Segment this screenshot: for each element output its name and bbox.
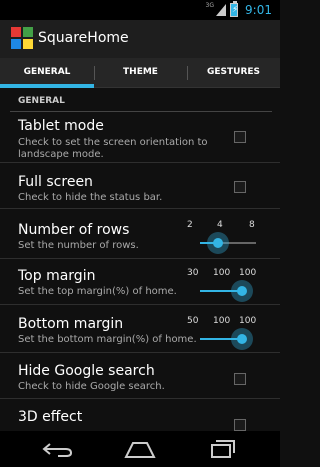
pref-hide-google-search[interactable]: Hide Google search Check to hide Google … <box>0 355 280 399</box>
pref-title: 3D effect <box>18 409 83 425</box>
top-margin-max-label: 100 <box>239 268 257 278</box>
pref-title: Tablet mode <box>18 118 104 134</box>
pref-3d-effect[interactable]: 3D effect <box>0 401 280 431</box>
preference-list[interactable]: GENERAL Tablet mode Check to set the scr… <box>0 89 280 431</box>
tab-gestures[interactable]: GESTURES <box>187 58 280 88</box>
top-margin-slider-thumb[interactable] <box>231 280 253 302</box>
rows-slider-track[interactable] <box>200 232 256 254</box>
bottom-margin-min-label: 50 <box>187 316 199 326</box>
rows-min-label: 2 <box>187 220 193 230</box>
signal-icon <box>216 4 226 16</box>
pref-title: Number of rows <box>18 222 130 238</box>
pref-title: Hide Google search <box>18 363 155 379</box>
pref-title: Top margin <box>18 268 96 284</box>
pref-summary: Set the top margin(%) of home. <box>18 286 177 297</box>
tablet-mode-checkbox[interactable] <box>234 131 246 143</box>
bottom-margin-slider-thumb[interactable] <box>231 328 253 350</box>
pref-title: Bottom margin <box>18 316 124 332</box>
bottom-margin-max-label: 100 <box>239 316 257 326</box>
rows-slider-thumb[interactable] <box>207 232 230 254</box>
pref-summary: Check to set the screen orientation to l… <box>18 137 208 160</box>
hide-google-search-checkbox[interactable] <box>234 373 246 385</box>
top-margin-value-label: 100 <box>213 268 231 278</box>
pref-full-screen[interactable]: Full screen Check to hide the status bar… <box>0 165 280 209</box>
clock: 9:01 <box>245 3 272 17</box>
3d-effect-checkbox[interactable] <box>234 419 246 431</box>
bottom-margin-slider-track[interactable] <box>200 328 253 350</box>
pref-tablet-mode[interactable]: Tablet mode Check to set the screen orie… <box>0 113 280 163</box>
action-bar: SquareHome <box>0 20 280 58</box>
network-type: 3G <box>205 2 214 9</box>
home-icon[interactable] <box>120 437 160 461</box>
pref-title: Full screen <box>18 174 93 190</box>
back-icon[interactable] <box>38 437 78 461</box>
app-title: SquareHome <box>38 30 129 46</box>
rows-value-label: 4 <box>217 220 223 230</box>
section-header: GENERAL <box>10 95 272 112</box>
recents-icon[interactable] <box>202 437 242 461</box>
top-margin-slider-track[interactable] <box>200 280 253 302</box>
pref-summary: Check to hide Google search. <box>18 381 165 392</box>
tab-bar: GENERAL THEME GESTURES <box>0 58 280 88</box>
battery-icon: ⚡ <box>230 1 239 17</box>
tab-selected-indicator <box>0 84 94 88</box>
app-logo-icon[interactable] <box>10 26 34 50</box>
top-margin-min-label: 30 <box>187 268 199 278</box>
pref-top-margin[interactable]: Top margin Set the top margin(%) of home… <box>0 259 280 305</box>
tab-theme[interactable]: THEME <box>94 58 187 88</box>
bottom-margin-value-label: 100 <box>213 316 231 326</box>
pref-summary: Set the number of rows. <box>18 240 139 251</box>
pref-bottom-margin[interactable]: Bottom margin Set the bottom margin(%) o… <box>0 305 280 353</box>
pref-summary: Set the bottom margin(%) of home. <box>18 334 197 345</box>
rows-max-label: 8 <box>249 220 255 230</box>
navigation-bar <box>0 431 280 467</box>
pref-number-of-rows[interactable]: Number of rows Set the number of rows. 2… <box>0 213 280 259</box>
status-bar: 3G ⚡ 9:01 <box>0 0 280 20</box>
section-title: GENERAL <box>18 96 65 106</box>
full-screen-checkbox[interactable] <box>234 181 246 193</box>
pref-summary: Check to hide the status bar. <box>18 192 163 203</box>
